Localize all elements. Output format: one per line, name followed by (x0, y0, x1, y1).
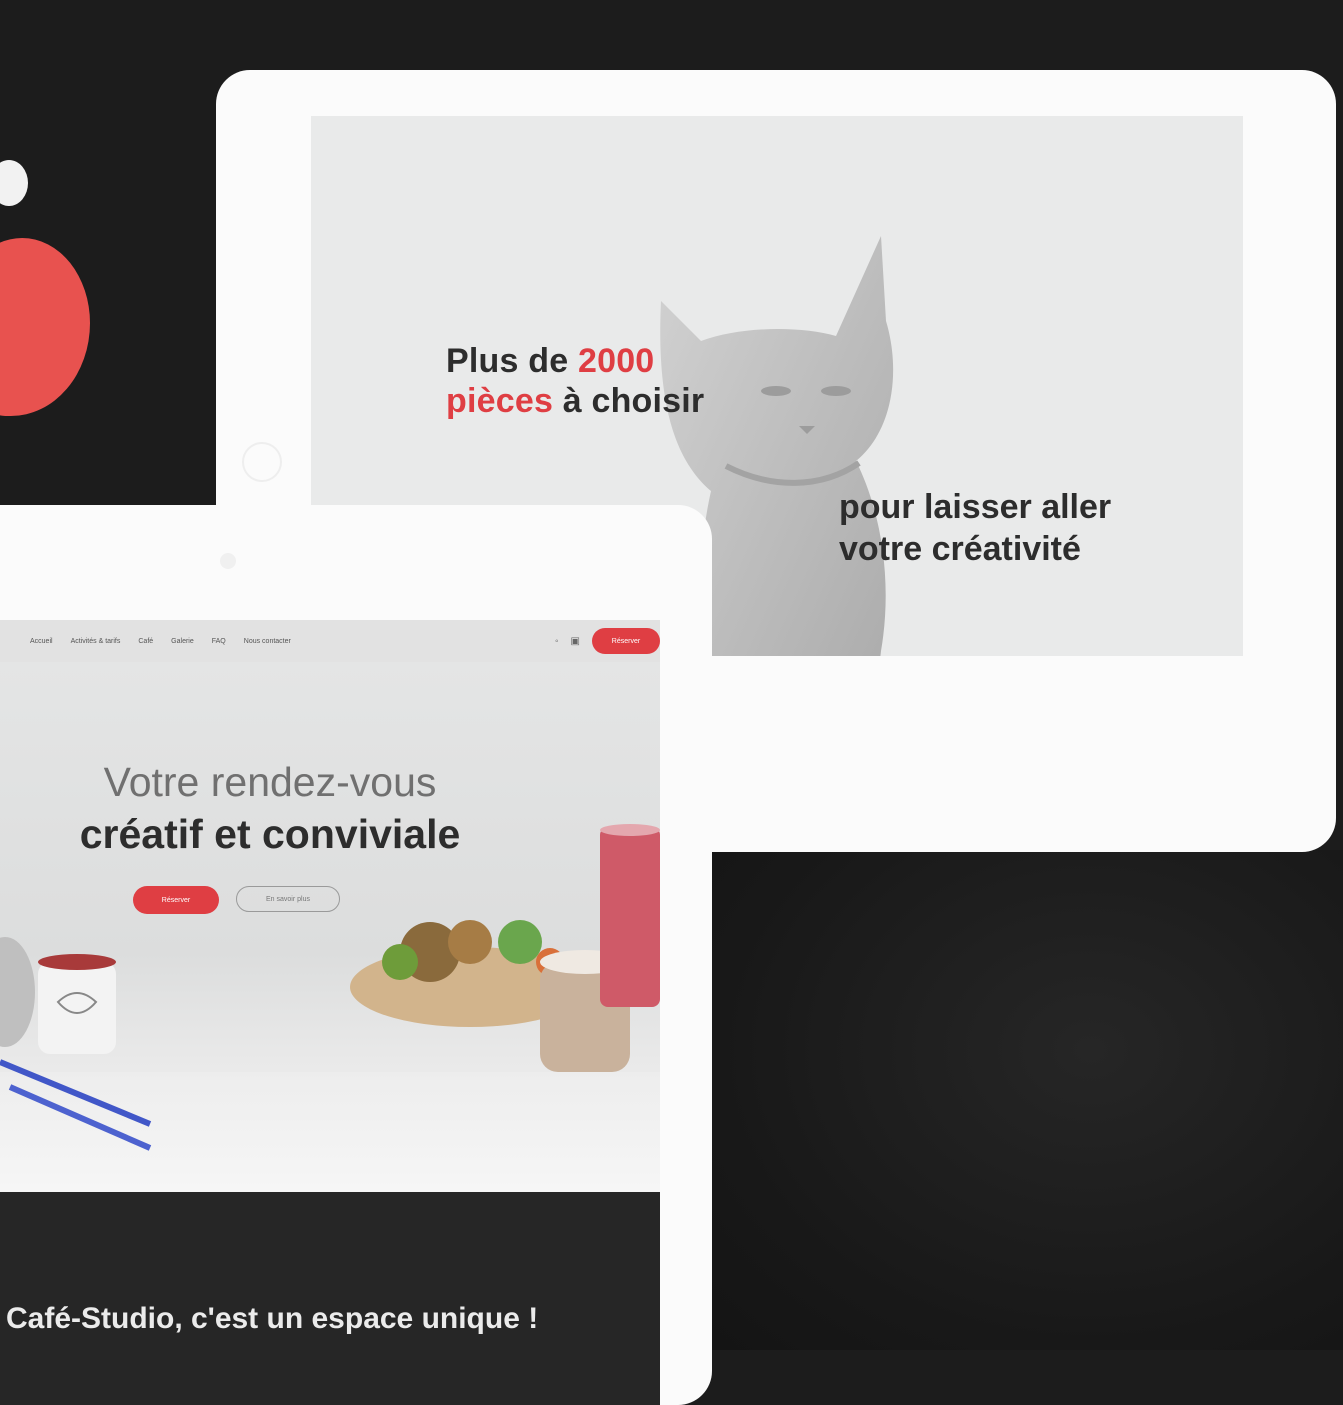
nav-menu: Accueil Activités & tarifs Café Galerie … (30, 638, 291, 645)
cart-icon[interactable]: ▣ (571, 636, 580, 647)
hero-table-scene (0, 824, 660, 1151)
nav-book-button[interactable]: Réserver (592, 628, 660, 654)
website-navbar: Accueil Activités & tarifs Café Galerie … (0, 620, 660, 662)
intro-band: Café-Studio, c'est un espace unique ! (0, 1192, 660, 1405)
nav-item-faq[interactable]: FAQ (212, 638, 226, 645)
tablet-front: Accueil Activités & tarifs Café Galerie … (0, 505, 712, 1405)
nav-item-activities[interactable]: Activités & tarifs (71, 638, 121, 645)
nav-item-cafe[interactable]: Café (138, 638, 153, 645)
website-screen: Accueil Activités & tarifs Café Galerie … (0, 620, 660, 1405)
headline-part1: Plus de (446, 342, 578, 380)
hero-section: Votre rendez-vous créatif et conviviale … (0, 662, 660, 1192)
nav-actions: ◦ ▣ Réserver (555, 628, 660, 654)
headline-pieces-word: pièces (446, 382, 554, 420)
creativity-line2: votre créativité (839, 530, 1081, 568)
intro-heading: Café-Studio, c'est un espace unique ! (6, 1302, 539, 1335)
nav-item-home[interactable]: Accueil (30, 638, 53, 645)
creativity-line1: pour laisser aller (839, 488, 1112, 526)
headline-part2: à choisir (553, 382, 705, 420)
decorative-white-dot (0, 160, 28, 206)
nav-item-contact[interactable]: Nous contacter (244, 638, 291, 645)
headline-number: 2000 (577, 342, 655, 380)
headline-creativity: pour laisser aller votre créativité (839, 486, 1111, 570)
tablet-camera (220, 553, 236, 569)
background-dark-area (712, 850, 1343, 1350)
headline-pieces: Plus de 2000 pièces à choisir (446, 341, 704, 421)
tablet-home-button (242, 442, 282, 482)
decorative-red-blob (0, 238, 90, 416)
nav-item-gallery[interactable]: Galerie (171, 638, 194, 645)
language-icon[interactable]: ◦ (555, 636, 559, 647)
